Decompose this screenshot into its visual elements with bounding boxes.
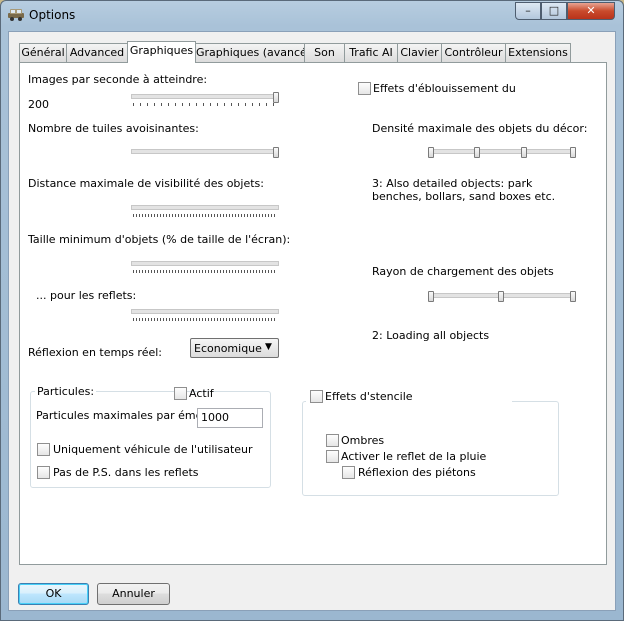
slider-track [131,205,279,210]
no-ps-in-reflections-label: Pas de P.S. dans les reflets [53,466,199,479]
close-button[interactable]: ✕ [567,2,615,20]
shadows-label: Ombres [341,434,385,447]
slider-stop [428,291,434,302]
realtime-reflection-value: Economique [194,342,262,355]
scenery-density-value: 3: Also detailed objects: park benches, … [372,177,556,203]
tab-trafic-ai[interactable]: Trafic AI [344,43,398,62]
fps-slider[interactable] [131,92,279,106]
pedestrian-reflection-label: Réflexion des piétons [358,466,476,479]
realtime-reflection-label: Réflexion en temps réel: [28,346,163,359]
reflections-label: ... pour les reflets: [36,289,137,302]
rain-reflection-checkbox[interactable] [326,450,339,463]
no-ps-in-reflections-checkbox[interactable] [37,466,50,479]
chevron-down-icon[interactable]: ▼ [265,342,272,352]
slider-stop [521,147,527,158]
min-size-label: Taille minimum d'objets (% de taille de … [28,233,291,246]
visibility-slider[interactable] [131,203,279,217]
dialog-client-area: Général Advanced Graphiques Graphiques (… [8,31,616,611]
slider-track [131,149,279,154]
slider-ticks [133,318,277,321]
slider-stop [474,147,480,158]
stencil-group [302,401,559,496]
tab-general[interactable]: Général [19,43,67,62]
load-radius-label: Rayon de chargement des objets [372,265,554,278]
tiles-slider[interactable] [131,147,279,161]
tab-clavier[interactable]: Clavier [397,43,442,62]
rain-reflection-label: Activer le reflet de la pluie [341,450,487,463]
particles-active-label: Actif [189,387,214,400]
cancel-button[interactable]: Annuler [97,583,170,605]
slider-ticks [133,103,277,106]
scenery-density-slider[interactable] [428,147,576,161]
window-title: Options [29,8,76,22]
tiles-label: Nombre de tuiles avoisinantes: [28,122,199,135]
tab-graphiques[interactable]: Graphiques [127,41,196,63]
ok-button[interactable]: OK [18,583,89,605]
min-size-slider[interactable] [131,259,279,273]
user-vehicle-only-label: Uniquement véhicule de l'utilisateur [53,443,253,456]
tab-son[interactable]: Son [304,43,345,62]
tab-advanced[interactable]: Advanced [66,43,128,62]
title-bar[interactable]: Options – □ ✕ [1,1,623,29]
stencil-effects-checkbox[interactable] [310,390,323,403]
tab-extensions[interactable]: Extensions [505,43,571,62]
fps-label: Images par seconde à atteindre: [28,73,208,86]
maximize-button[interactable]: □ [541,2,567,20]
particles-group-label: Particules: [35,385,97,398]
fps-value: 200 [28,98,49,111]
minimize-button[interactable]: – [515,2,541,20]
slider-track [131,94,279,99]
load-radius-value: 2: Loading all objects [372,329,490,342]
slider-ticks [133,214,277,217]
shadows-checkbox[interactable] [326,434,339,447]
glare-effects-checkbox[interactable] [358,82,371,95]
slider-thumb[interactable] [273,147,279,158]
glare-effects-label: Effets d'éblouissement du [373,82,516,95]
app-icon [8,9,24,21]
stencil-effects-label: Effets d'stencile [325,390,413,403]
slider-thumb[interactable] [570,147,576,158]
graphics-tab-panel: Images par seconde à atteindre: 200 Nomb… [19,62,607,565]
slider-thumb[interactable] [570,291,576,302]
slider-track [131,309,279,314]
slider-track [131,261,279,266]
pedestrian-reflection-checkbox[interactable] [342,466,355,479]
realtime-reflection-select[interactable]: Economique ▼ [190,338,279,358]
slider-ticks [133,270,277,273]
particles-active-checkbox[interactable] [174,387,187,400]
options-window: Options – □ ✕ Général Advanced Graphique… [0,0,624,621]
scenery-density-label: Densité maximale des objets du décor: [372,122,588,135]
user-vehicle-only-checkbox[interactable] [37,443,50,456]
tab-controleur[interactable]: Contrôleur [441,43,506,62]
slider-thumb[interactable] [273,92,279,103]
slider-stop [498,291,504,302]
tab-graphiques-avance[interactable]: Graphiques (avancé) [195,43,311,62]
max-particles-input[interactable]: 1000 [197,408,263,428]
slider-track [428,149,576,154]
load-radius-slider[interactable] [428,291,576,305]
slider-stop [428,147,434,158]
visibility-label: Distance maximale de visibilité des obje… [28,177,264,190]
reflections-slider[interactable] [131,307,279,321]
